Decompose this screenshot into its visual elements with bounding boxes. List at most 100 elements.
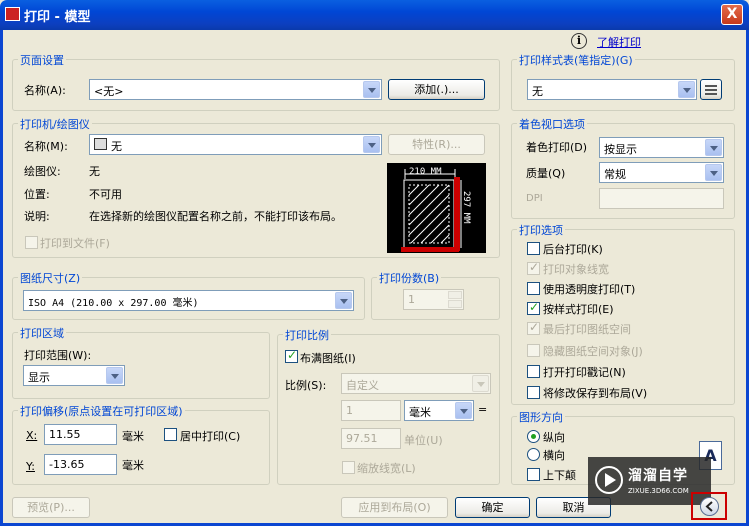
fit-to-paper-checkbox[interactable] — [285, 348, 298, 363]
plot-option-checkbox[interactable] — [527, 300, 540, 315]
preview-button[interactable]: 预览(P)... — [12, 497, 90, 518]
scale-units-dropdown[interactable]: 毫米 — [404, 400, 474, 421]
scale-paper-units-input[interactable]: 1 — [341, 400, 401, 421]
center-plot-label: 居中打印(C) — [180, 430, 241, 443]
drawing-units-label: 单位(U) — [404, 434, 443, 447]
window-title: 打印 - 模型 — [24, 10, 91, 25]
plot-option-checkbox[interactable] — [527, 260, 540, 275]
printer-name-value: 无 — [111, 140, 122, 153]
shade-plot-dropdown[interactable]: 按显示 — [599, 137, 724, 158]
plot-option-label: 后台打印(K) — [543, 243, 603, 256]
chevron-down-icon — [335, 292, 352, 309]
offset-y-value: -13.65 — [49, 458, 85, 471]
dpi-input[interactable] — [599, 188, 724, 209]
chevron-down-icon — [363, 81, 380, 98]
plot-range-value: 显示 — [28, 371, 50, 384]
upside-down-checkbox[interactable] — [527, 468, 540, 481]
plotter-label: 绘图仪: — [24, 165, 61, 178]
plot-option-checkbox[interactable] — [527, 242, 540, 255]
plot-option-label: 打印对象线宽 — [543, 263, 609, 276]
plot-option-checkbox[interactable] — [527, 365, 540, 378]
location-value: 不可用 — [89, 188, 122, 201]
play-logo-icon — [595, 466, 623, 494]
portrait-radio[interactable] — [527, 430, 540, 443]
quality-dropdown[interactable]: 常规 — [599, 162, 724, 183]
more-options-button[interactable] — [700, 497, 719, 516]
chevron-down-icon — [455, 402, 472, 419]
paper-size-dropdown[interactable]: ISO A4 (210.00 x 297.00 毫米) — [23, 290, 354, 311]
orientation-title: 图形方向 — [517, 409, 565, 425]
apply-to-layout-button[interactable]: 应用到布局(O) — [341, 497, 448, 518]
preview-width-label: 210 MM — [409, 167, 442, 177]
plot-range-dropdown[interactable]: 显示 — [23, 365, 125, 386]
paper-size-value: ISO A4 (210.00 x 297.00 毫米) — [28, 298, 199, 309]
spin-up-icon[interactable] — [448, 291, 462, 299]
plot-option-label: 最后打印图纸空间 — [543, 323, 631, 336]
plot-option-label: 隐藏图纸空间对象(J) — [543, 345, 643, 358]
plot-range-label: 打印范围(W): — [24, 349, 92, 362]
plot-offset-title: 打印偏移(原点设置在可打印区域) — [18, 403, 185, 419]
shade-plot-label: 着色打印(D) — [526, 141, 588, 154]
upside-down-label: 上下颠 — [543, 469, 576, 482]
dpi-label: DPI — [526, 193, 543, 204]
printer-name-label: 名称(M): — [24, 140, 68, 153]
ok-button[interactable]: 确定 — [455, 497, 530, 518]
offset-x-label: X: — [26, 429, 38, 442]
print-to-file-checkbox[interactable] — [25, 236, 38, 249]
scale-dropdown[interactable]: 自定义 — [341, 373, 491, 394]
plot-style-dropdown[interactable]: 无 — [527, 79, 697, 100]
edit-plot-style-button[interactable] — [700, 79, 722, 100]
offset-y-unit: 毫米 — [122, 459, 144, 472]
page-setup-name-dropdown[interactable]: <无> — [89, 79, 382, 100]
scale-units-value: 毫米 — [409, 406, 431, 419]
offset-x-unit: 毫米 — [122, 430, 144, 443]
scale-lineweights-label: 缩放线宽(L) — [357, 462, 416, 475]
description-label: 说明: — [24, 210, 50, 223]
info-icon: i — [571, 33, 587, 49]
watermark-url: ZIXUE.3D66.COM — [628, 487, 689, 495]
printer-name-dropdown[interactable]: 无 — [89, 134, 382, 155]
plot-option-label: 按样式打印(E) — [543, 303, 614, 316]
plot-option-checkbox[interactable] — [527, 282, 540, 295]
learn-printing-link[interactable]: 了解打印 — [597, 34, 641, 50]
preview-height-label: 297 MM — [461, 191, 471, 224]
close-button[interactable]: X — [721, 4, 743, 25]
plot-option-checkbox[interactable] — [527, 386, 540, 399]
plot-option-checkbox[interactable] — [527, 344, 540, 357]
plot-scale-title: 打印比例 — [283, 327, 331, 343]
offset-y-label: Y: — [26, 460, 35, 473]
shade-plot-value: 按显示 — [604, 143, 637, 156]
plot-options-title: 打印选项 — [517, 222, 565, 238]
paper-preview: 210 MM 297 MM — [387, 163, 486, 253]
offset-y-input[interactable]: -13.65 — [44, 454, 117, 475]
chevron-down-icon — [678, 81, 695, 98]
printer-icon — [94, 138, 107, 150]
landscape-label: 横向 — [543, 449, 565, 462]
copies-spinner[interactable]: 1 — [403, 289, 464, 310]
scale-lineweights-checkbox[interactable] — [342, 461, 355, 474]
quality-label: 质量(Q) — [526, 167, 566, 180]
fit-to-paper-label: 布满图纸(I) — [300, 352, 356, 365]
plotter-value: 无 — [89, 165, 100, 178]
center-plot-checkbox[interactable] — [164, 428, 177, 441]
collapse-arrow-icon — [705, 501, 713, 512]
plot-style-value: 无 — [532, 85, 543, 98]
scale-drawing-units-input[interactable]: 97.51 — [341, 428, 401, 449]
scale-label: 比例(S): — [285, 379, 327, 392]
copies-title: 打印份数(B) — [377, 270, 442, 286]
scale-paper-units-value: 1 — [346, 404, 353, 417]
spin-down-icon[interactable] — [448, 300, 462, 308]
chevron-down-icon — [705, 139, 722, 156]
printer-properties-button[interactable]: 特性(R)... — [388, 134, 485, 155]
shaded-viewport-title: 着色视口选项 — [517, 116, 587, 132]
paper-size-title: 图纸尺寸(Z) — [18, 270, 83, 286]
add-page-setup-button[interactable]: 添加(.)... — [388, 79, 485, 100]
location-label: 位置: — [24, 188, 50, 201]
chevron-down-icon — [705, 164, 722, 181]
copies-value: 1 — [408, 293, 415, 306]
plot-option-checkbox[interactable] — [527, 320, 540, 335]
page-setup-name-label: 名称(A): — [24, 84, 66, 97]
plot-area-title: 打印区域 — [18, 325, 66, 341]
offset-x-input[interactable]: 11.55 — [44, 424, 117, 445]
landscape-radio[interactable] — [527, 448, 540, 461]
